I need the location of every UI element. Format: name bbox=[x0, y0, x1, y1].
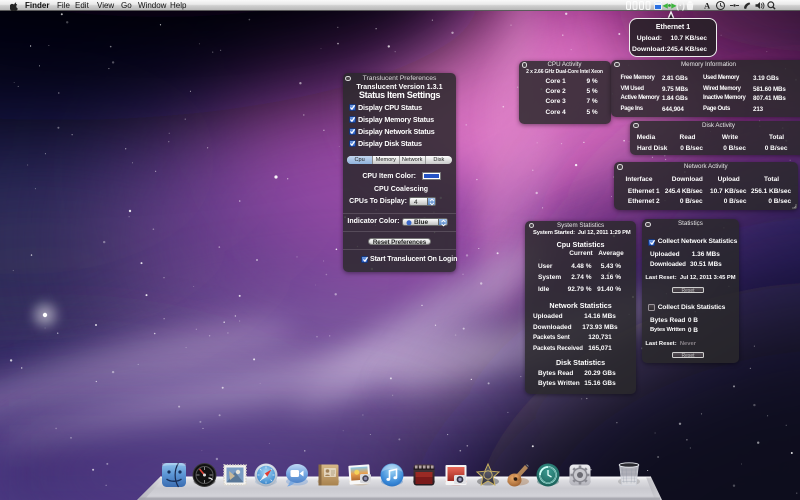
svg-text:(·): (·) bbox=[676, 1, 685, 11]
svg-text:A: A bbox=[704, 1, 711, 11]
